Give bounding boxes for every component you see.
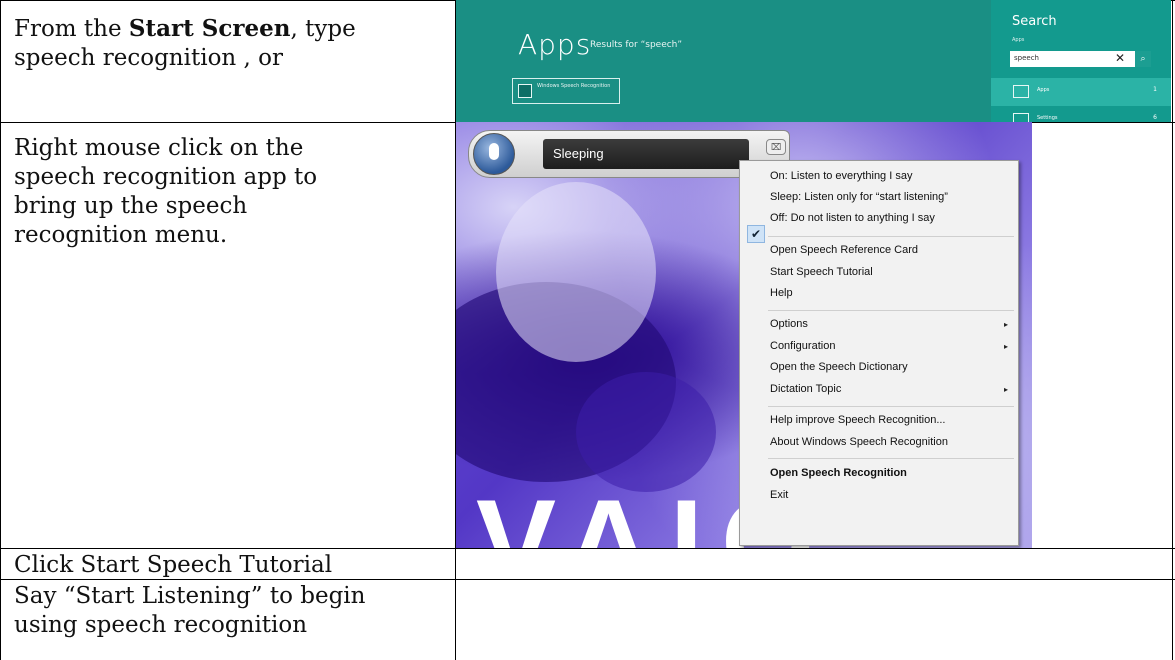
search-input[interactable]: speech ✕ ⌕ xyxy=(1010,51,1151,67)
status-display: Sleeping xyxy=(543,139,749,169)
search-icon[interactable]: ⌕ xyxy=(1135,51,1151,67)
table-border-right xyxy=(1172,0,1173,660)
search-scope-apps[interactable]: Apps 1 xyxy=(991,78,1171,106)
results-subtitle: Results for “speech” xyxy=(590,40,683,50)
menu-item-about[interactable]: About Windows Speech Recognition xyxy=(770,436,948,448)
speech-menu-screenshot: VAIO Sleeping ⌧ On: Listen to everything… xyxy=(456,122,1032,548)
clear-icon[interactable]: ✕ xyxy=(1115,51,1125,65)
wallpaper-swirl xyxy=(496,182,656,362)
instructions-table: From the Start Screen, type speech recogn… xyxy=(0,0,1175,660)
row1-prefix: From the xyxy=(14,16,129,42)
wallpaper-swirl xyxy=(576,372,716,492)
app-tile-icon xyxy=(518,84,532,98)
scope-label: Settings xyxy=(1037,115,1058,121)
menu-separator xyxy=(768,406,1014,407)
menu-item-help-improve[interactable]: Help improve Speech Recognition... xyxy=(770,414,945,426)
menu-item-configuration[interactable]: Configuration xyxy=(770,340,835,352)
row1-instruction: From the Start Screen, type speech recogn… xyxy=(14,14,356,73)
speech-context-menu: On: Listen to everything I say ✔ Sleep: … xyxy=(739,160,1019,546)
tile-label: Windows Speech Recognition xyxy=(537,83,611,89)
menu-item-sleep[interactable]: Sleep: Listen only for “start listening” xyxy=(770,191,948,203)
apps-scope-icon xyxy=(1013,85,1029,98)
table-border-left xyxy=(0,0,1,660)
menu-item-on[interactable]: On: Listen to everything I say xyxy=(770,170,912,182)
row1-suffix: , type xyxy=(290,16,356,42)
close-icon[interactable]: ⌧ xyxy=(766,139,786,155)
row2-line-2: speech recognition app to xyxy=(14,164,318,190)
search-scope-label: Apps xyxy=(1012,37,1025,43)
scope-label: Apps xyxy=(1037,87,1050,93)
search-scope-settings[interactable]: Settings 6 xyxy=(991,106,1171,122)
row1-bold: Start Screen xyxy=(128,15,291,42)
row4-line-2: using speech recognition xyxy=(14,612,308,638)
submenu-arrow-icon: ▸ xyxy=(1003,385,1008,394)
checkmark-icon: ✔ xyxy=(747,225,765,243)
settings-gear-icon xyxy=(1013,113,1029,122)
submenu-arrow-icon: ▸ xyxy=(1003,320,1008,329)
scope-count: 1 xyxy=(1153,86,1157,93)
start-screen-search-screenshot: Apps Results for “speech” Windows Speech… xyxy=(456,0,1171,122)
row4-line-1: Say “Start Listening” to begin xyxy=(14,583,366,609)
row2-line-1: Right mouse click on the xyxy=(14,135,304,161)
menu-item-reference-card[interactable]: Open Speech Reference Card xyxy=(770,244,918,256)
scope-count: 6 xyxy=(1153,114,1157,121)
menu-separator xyxy=(768,310,1014,311)
menu-separator xyxy=(768,458,1014,459)
menu-item-dictation-topic[interactable]: Dictation Topic xyxy=(770,383,841,395)
status-text: Sleeping xyxy=(553,146,604,161)
speech-recognition-tile[interactable]: Windows Speech Recognition xyxy=(512,78,620,104)
menu-separator xyxy=(768,236,1014,237)
row2-instruction: Right mouse click on the speech recogniti… xyxy=(14,134,317,250)
row2-line-4: recognition menu. xyxy=(14,222,228,248)
menu-item-speech-dictionary[interactable]: Open the Speech Dictionary xyxy=(770,361,908,373)
search-charm-panel: Search Apps speech ✕ ⌕ Apps 1 Settings 6 xyxy=(991,0,1171,122)
submenu-arrow-icon: ▸ xyxy=(1003,342,1008,351)
row1-line2: speech recognition , or xyxy=(14,45,284,71)
menu-item-start-tutorial[interactable]: Start Speech Tutorial xyxy=(770,266,873,278)
microphone-icon[interactable] xyxy=(473,133,515,175)
row-divider-2 xyxy=(0,548,1175,549)
search-panel-title: Search xyxy=(1012,14,1057,29)
search-query: speech xyxy=(1014,54,1039,62)
row4-instruction: Say “Start Listening” to begin using spee… xyxy=(14,582,365,640)
menu-item-off[interactable]: Off: Do not listen to anything I say xyxy=(770,212,935,224)
apps-heading: Apps xyxy=(518,28,592,61)
menu-item-help[interactable]: Help xyxy=(770,287,793,299)
menu-item-options[interactable]: Options xyxy=(770,318,808,330)
row3-instruction: Click Start Speech Tutorial xyxy=(14,552,333,578)
menu-item-exit[interactable]: Exit xyxy=(770,489,788,501)
row2-line-3: bring up the speech xyxy=(14,193,248,219)
menu-item-open-speech-recognition[interactable]: Open Speech Recognition xyxy=(770,467,907,479)
